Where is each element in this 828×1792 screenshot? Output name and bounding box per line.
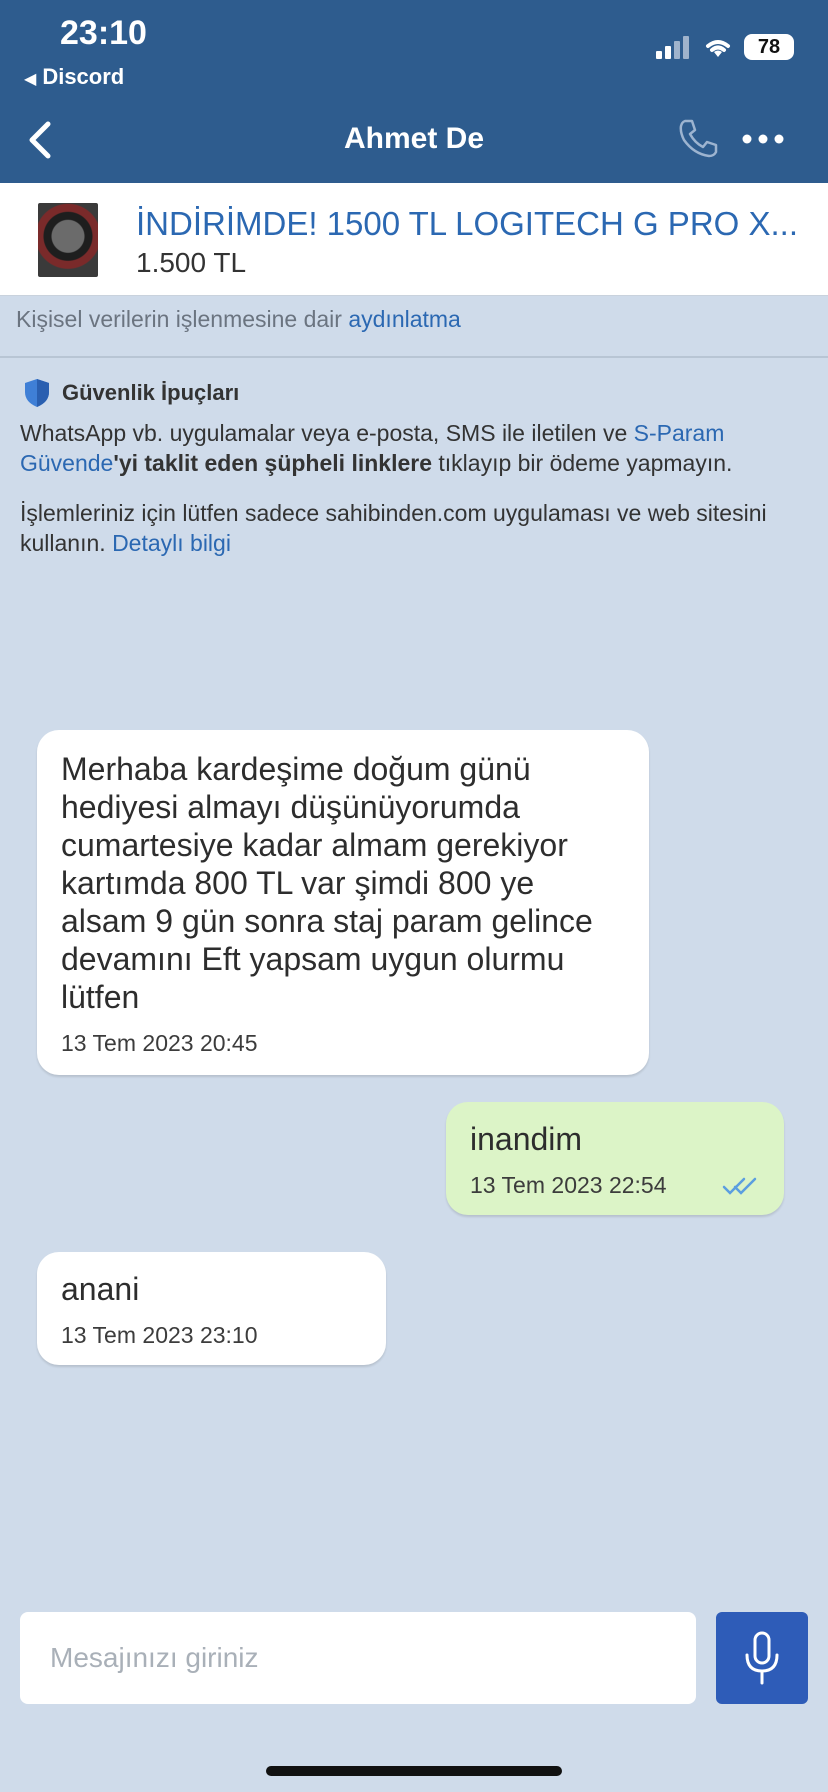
security-title-row: Güvenlik İpuçları bbox=[24, 378, 820, 408]
privacy-notice: Kişisel verilerin işlenmesine dair aydın… bbox=[16, 306, 461, 333]
message-text: anani bbox=[61, 1271, 140, 1307]
status-time: 23:10 bbox=[60, 14, 147, 52]
security-bold-text: 'yi taklit eden şüpheli linklere bbox=[113, 450, 432, 476]
message-bubble-incoming[interactable]: Merhaba kardeşime doğum günü hediyesi al… bbox=[37, 730, 649, 1075]
message-composer bbox=[20, 1612, 696, 1704]
listing-title[interactable]: İNDİRİMDE! 1500 TL LOGITECH G PRO X... bbox=[136, 205, 801, 243]
wifi-icon bbox=[706, 40, 730, 57]
security-tips: Güvenlik İpuçları WhatsApp vb. uygulamal… bbox=[20, 378, 820, 558]
back-to-app-link[interactable]: ◀ Discord bbox=[24, 64, 124, 90]
privacy-text: Kişisel verilerin işlenmesine dair bbox=[16, 306, 342, 332]
shield-icon bbox=[25, 379, 49, 407]
divider bbox=[0, 356, 828, 358]
message-time: 13 Tem 2023 20:45 bbox=[61, 1030, 258, 1056]
security-title: Güvenlik İpuçları bbox=[62, 380, 240, 405]
phone-icon[interactable] bbox=[676, 116, 720, 160]
listing-thumbnail bbox=[38, 203, 98, 277]
home-indicator bbox=[266, 1766, 562, 1776]
security-text: WhatsApp vb. uygulamalar veya e-posta, S… bbox=[20, 420, 628, 446]
message-time: 13 Tem 2023 23:10 bbox=[61, 1322, 258, 1348]
back-triangle-icon: ◀ bbox=[24, 71, 37, 88]
double-check-icon bbox=[722, 1177, 757, 1195]
message-time-row: 13 Tem 2023 22:54 bbox=[470, 1172, 760, 1199]
app-header: 23:10 ◀ Discord 78 Ahmet De bbox=[0, 0, 828, 183]
privacy-link[interactable]: aydınlatma bbox=[348, 306, 461, 332]
mic-button[interactable] bbox=[716, 1612, 808, 1704]
message-bubble-incoming[interactable]: anani 13 Tem 2023 23:10 bbox=[37, 1252, 386, 1365]
message-input[interactable] bbox=[20, 1612, 670, 1704]
message-bubble-outgoing[interactable]: inandim 13 Tem 2023 22:54 bbox=[446, 1102, 784, 1215]
more-dots-icon[interactable] bbox=[740, 124, 786, 154]
message-time: 13 Tem 2023 22:54 bbox=[470, 1172, 667, 1198]
battery-indicator: 78 bbox=[744, 34, 794, 60]
listing-card[interactable]: İNDİRİMDE! 1500 TL LOGITECH G PRO X... 1… bbox=[0, 183, 828, 296]
detailed-info-link[interactable]: Detaylı bilgi bbox=[112, 530, 231, 556]
listing-price: 1.500 TL bbox=[136, 247, 247, 278]
message-text: Merhaba kardeşime doğum günü hediyesi al… bbox=[61, 751, 593, 1015]
security-paragraph-2: İşlemleriniz için lütfen sadece sahibind… bbox=[20, 498, 820, 558]
message-text: inandim bbox=[470, 1121, 583, 1157]
security-text-end: tıklayıp bir ödeme yapmayın. bbox=[438, 450, 733, 476]
microphone-icon bbox=[745, 1631, 779, 1685]
back-app-label: Discord bbox=[42, 64, 125, 89]
status-icons: 78 bbox=[656, 34, 794, 60]
signal-icon bbox=[656, 36, 689, 59]
security-paragraph-1: WhatsApp vb. uygulamalar veya e-posta, S… bbox=[20, 418, 820, 478]
